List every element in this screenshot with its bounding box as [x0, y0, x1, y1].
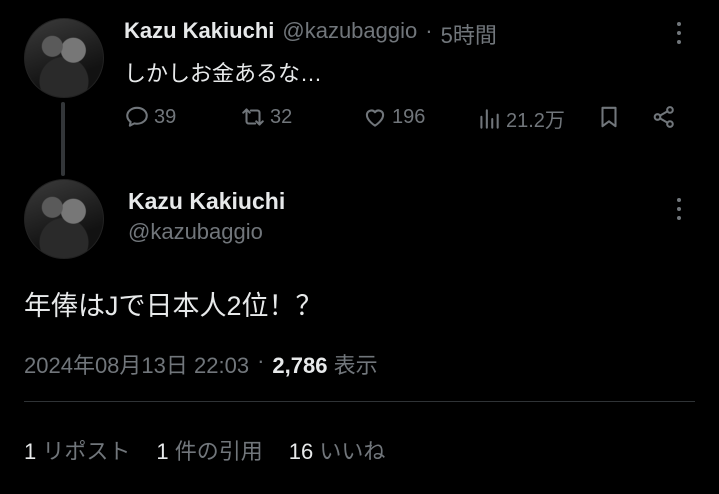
share-icon[interactable]: [651, 104, 677, 130]
like-button[interactable]: 196: [362, 104, 425, 130]
tweet-header: Kazu Kakiuchi @kazubaggio · 5時間: [124, 18, 497, 50]
view-count: 2,786: [272, 353, 328, 378]
reposts-label: リポスト: [42, 439, 131, 464]
quotes-count: 1: [156, 439, 169, 464]
avatar[interactable]: [24, 179, 104, 259]
reposts-count: 1: [24, 439, 37, 464]
quotes-label: 件の引用: [174, 439, 263, 464]
handle[interactable]: @kazubaggio: [282, 18, 417, 50]
more-options-icon[interactable]: [672, 198, 686, 220]
display-name[interactable]: Kazu Kakiuchi: [124, 18, 274, 50]
likes-label: いいね: [319, 439, 386, 464]
display-name[interactable]: Kazu Kakiuchi: [128, 188, 285, 215]
thread-connector-line: [61, 102, 65, 176]
separator-dot: ·: [425, 18, 433, 43]
bookmark-icon[interactable]: [596, 104, 622, 130]
likes-stat[interactable]: 16 いいね: [289, 434, 386, 466]
timestamp[interactable]: 2024年08月13日 22:03: [24, 348, 249, 380]
retweet-icon: [240, 104, 266, 130]
like-count: 196: [392, 105, 426, 128]
retweet-button[interactable]: 32: [240, 104, 292, 130]
separator-dot: ·: [257, 348, 265, 373]
divider: [24, 401, 695, 402]
like-icon: [362, 104, 388, 130]
views-icon: [476, 106, 502, 132]
retweet-count: 32: [270, 105, 293, 128]
likes-count: 16: [288, 439, 314, 464]
avatar[interactable]: [24, 18, 104, 98]
views-button[interactable]: 21.2万: [476, 104, 565, 133]
tweet-stats: 1 リポスト 1 件の引用 16 いいね: [24, 434, 385, 466]
reposts-stat[interactable]: 1 リポスト: [24, 434, 130, 466]
view-label: 表示: [333, 353, 378, 378]
reply-icon: [124, 104, 150, 130]
more-options-icon[interactable]: [672, 22, 686, 44]
reply-count: 39: [154, 105, 177, 128]
handle[interactable]: @kazubaggio: [128, 219, 263, 245]
quotes-stat[interactable]: 1 件の引用: [156, 434, 262, 466]
reply-button[interactable]: 39: [124, 104, 176, 130]
views-count: 21.2万: [506, 110, 565, 132]
tweet-text: 年俸はJで日本人2位！？: [24, 291, 323, 321]
tweet-text: しかしお金あるな…: [124, 61, 323, 86]
time-ago[interactable]: 5時間: [441, 18, 497, 50]
tweet-meta: 2024年08月13日 22:03 · 2,786 表示: [24, 348, 378, 380]
